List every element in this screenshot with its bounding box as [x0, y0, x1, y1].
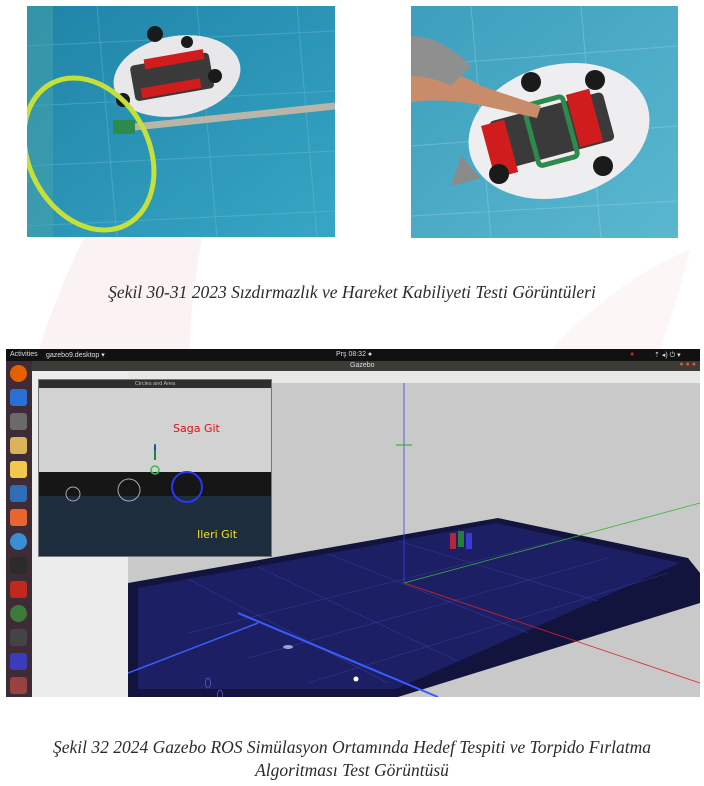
- software-center-icon[interactable]: [10, 509, 27, 526]
- app-menu-label[interactable]: gazebo9.desktop ▾: [46, 351, 105, 359]
- ubuntu-dock: [6, 361, 32, 697]
- figure-caption-top: Şekil 30-31 2023 Sızdırmazlık ve Hareket…: [108, 282, 596, 302]
- window-title: Gazebo: [350, 362, 375, 369]
- photo-robot-handled: [411, 6, 678, 238]
- rhythmbox-icon[interactable]: [10, 437, 27, 454]
- monitor-icon[interactable]: [10, 629, 27, 646]
- figure-caption-bottom-line2: Algoritması Test Görüntüsü: [255, 760, 449, 780]
- firefox-icon[interactable]: [10, 365, 27, 382]
- window-controls-icon[interactable]: ● ● ●: [679, 361, 696, 368]
- turn-direction-label: Saga Git: [173, 422, 220, 435]
- globe-icon[interactable]: [10, 605, 27, 622]
- record-icon: ●: [630, 351, 635, 358]
- clock-label: Prş 08:32 ●: [336, 351, 373, 358]
- overlay-window-title: Circles and Area: [39, 380, 271, 388]
- show-apps-icon[interactable]: [10, 677, 27, 694]
- forward-direction-label: Ileri Git: [197, 528, 238, 541]
- gazebo-screenshot: Activities gazebo9.desktop ▾ Prş 08:32 ●…: [6, 349, 700, 697]
- app-icon-red[interactable]: [10, 581, 27, 598]
- system-tray-icons[interactable]: ⇡ ◂) ⏻ ▾: [654, 351, 681, 360]
- files-icon[interactable]: [10, 413, 27, 430]
- writer-icon[interactable]: [10, 485, 27, 502]
- system-top-bar: Activities gazebo9.desktop ▾ Prş 08:32 ●…: [6, 349, 700, 361]
- terminal-icon[interactable]: [10, 557, 27, 574]
- thunderbird-icon[interactable]: [10, 389, 27, 406]
- circles-and-area-window[interactable]: Circles and Area Saga Git Ileri Git: [38, 379, 272, 557]
- figure-caption-bottom-line1: Şekil 32 2024 Gazebo ROS Simülasyon Orta…: [52, 737, 652, 757]
- activities-label[interactable]: Activities: [10, 351, 38, 358]
- gazebo-title-bar: Gazebo ● ● ●: [32, 361, 700, 371]
- overlay-camera-view: Saga Git Ileri Git: [39, 388, 271, 556]
- photo-robot-with-hoop: [27, 6, 335, 237]
- console-icon[interactable]: [10, 653, 27, 670]
- music-icon[interactable]: [10, 461, 27, 478]
- help-icon[interactable]: [10, 533, 27, 550]
